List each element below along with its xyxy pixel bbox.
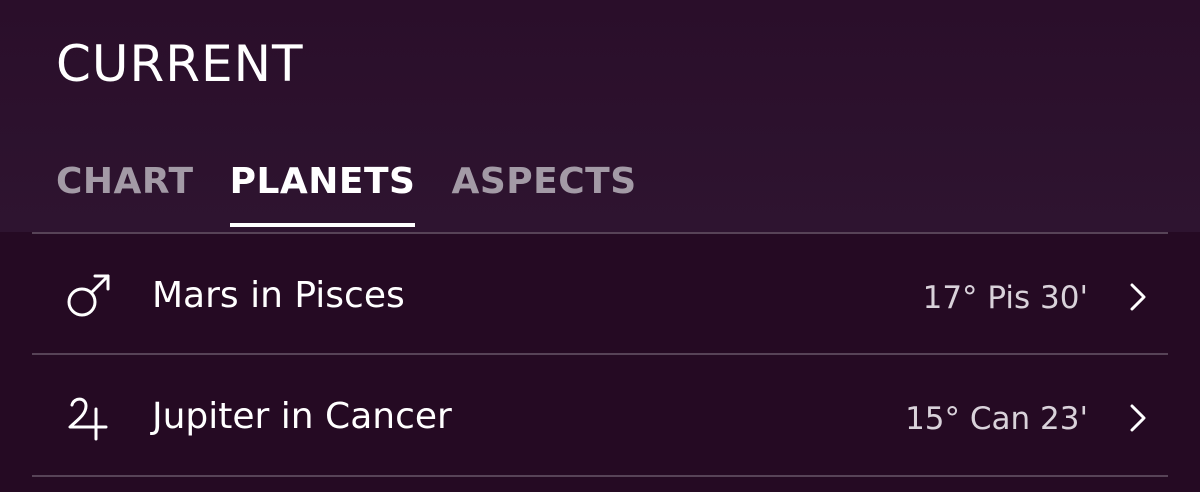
tab-bar: CHART PLANETS ASPECTS	[56, 158, 673, 232]
chevron-right-icon	[1128, 282, 1148, 312]
tab-aspects[interactable]: ASPECTS	[451, 158, 636, 206]
planet-row-mars[interactable]: Mars in Pisces 17° Pis 30'	[0, 234, 1200, 354]
tab-active-underline	[229, 223, 416, 227]
chevron-right-icon	[1128, 403, 1148, 433]
planet-name: Mars in Pisces	[152, 275, 405, 316]
app-header: CURRENT CHART PLANETS ASPECTS	[0, 0, 1200, 232]
planet-row-jupiter[interactable]: Jupiter in Cancer 15° Can 23'	[0, 355, 1200, 475]
planet-position: 15° Can 23'	[905, 401, 1088, 437]
mars-icon	[62, 270, 114, 322]
planet-name: Jupiter in Cancer	[152, 396, 452, 437]
jupiter-icon	[62, 391, 114, 443]
tab-planets[interactable]: PLANETS	[229, 158, 416, 227]
tab-aspects-label: ASPECTS	[451, 161, 637, 202]
tab-chart-label: CHART	[56, 161, 194, 202]
planet-position: 17° Pis 30'	[922, 280, 1088, 316]
list-divider	[32, 475, 1168, 477]
tab-planets-label: PLANETS	[229, 161, 416, 202]
page-title: CURRENT	[56, 35, 304, 93]
tab-chart[interactable]: CHART	[56, 158, 194, 206]
